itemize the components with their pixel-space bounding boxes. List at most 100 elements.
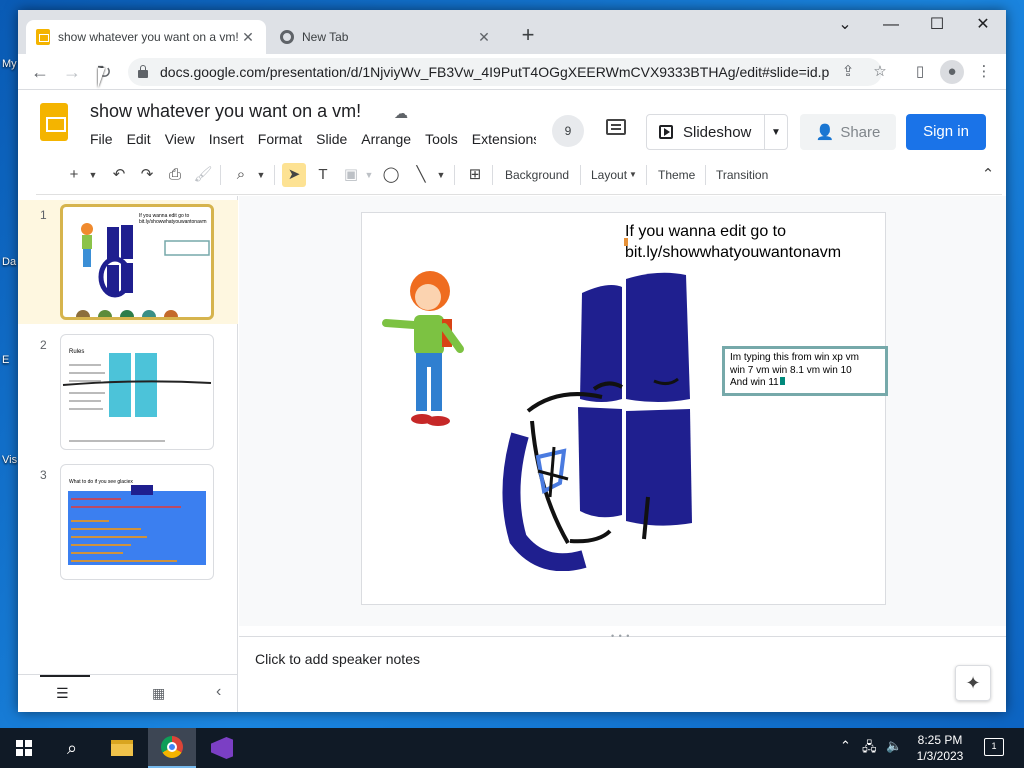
menu-arrange[interactable]: Arrange [361,129,418,149]
share-button[interactable]: 👤 Share [800,114,896,150]
desktop-icon-label[interactable]: My [2,58,17,70]
kebab-menu-icon[interactable]: ⋮ [972,60,996,84]
collapse-filmstrip-chevron-icon[interactable]: ‹ [216,683,221,701]
divider [646,165,647,185]
chrome-taskbar-icon[interactable] [148,728,196,768]
slide-thumbnail-1[interactable]: If you wanna edit go to bit.ly/showwhaty… [60,204,214,320]
menu-insert[interactable]: Insert [209,129,251,149]
explore-sparkle-icon[interactable]: ✦ [955,665,991,701]
share-page-icon[interactable]: ⇪ [836,60,860,84]
print-icon[interactable]: ⎙ [164,163,186,187]
resize-handle-icon[interactable]: • • • [611,631,630,641]
cloud-saved-icon[interactable]: ☁ [394,105,408,122]
start-button[interactable] [0,728,48,768]
select-cursor-icon[interactable]: ➤ [282,163,306,187]
browser-toolbar: ← → ↻ docs.google.com/presentation/d/1Nj… [18,54,1006,90]
bookmark-star-icon[interactable]: ☆ [868,60,892,84]
close-icon[interactable]: ✕ [476,29,492,46]
image-icon[interactable]: ▣ [340,163,362,187]
menu-format[interactable]: Format [258,129,309,149]
sign-in-button[interactable]: Sign in [906,114,986,150]
slide-thumb-row[interactable]: 2 Rules [18,330,238,454]
chevron-down-icon[interactable]: ▼ [765,127,787,138]
chevron-down-icon[interactable]: ▼ [362,163,376,187]
tab-slides[interactable]: show whatever you want on a vm! ✕ [26,20,266,54]
menu-edit[interactable]: Edit [127,129,158,149]
slide-thumb-row[interactable]: 1 If you wanna edit go to bit.ly/showwha… [18,200,238,324]
menu-tools[interactable]: Tools [425,129,465,149]
file-explorer-icon[interactable] [98,728,146,768]
forward-arrow-icon[interactable]: → [60,60,84,84]
text-box-icon[interactable]: T [312,163,334,187]
desktop-icon-label[interactable]: E [2,354,9,366]
windows-logo-icon [16,740,32,756]
url-text: docs.google.com/presentation/d/1NjviyWv_… [160,64,830,80]
transition-button[interactable]: Transition [716,163,768,187]
person-icon: 👤 [815,124,835,141]
desktop-icon-label[interactable]: Da [2,256,16,268]
doc-title[interactable]: show whatever you want on a vm! [90,101,361,122]
background-button[interactable]: Background [505,163,569,187]
volume-icon[interactable]: 🔈 [886,738,902,754]
grid-view-icon[interactable]: ▦ [152,685,165,702]
system-clock[interactable]: 8:25 PM 1/3/2023 [908,732,972,764]
browser-window: show whatever you want on a vm! ✕ New Ta… [18,10,1006,712]
shape-icon[interactable]: ◯ [380,163,402,187]
menu-bar: File Edit View Insert Format Slide Arran… [90,129,536,149]
hand-drawn-windows-logo[interactable] [498,271,698,571]
redo-icon[interactable]: ↷ [136,163,158,187]
slide-thumb-row[interactable]: 3 What to do if you see glaciex [18,460,238,584]
new-slide-plus-icon[interactable]: + [64,163,84,187]
menu-slide[interactable]: Slide [316,129,354,149]
line-icon[interactable]: ╲ [410,163,432,187]
filmstrip-view-icon[interactable]: ☰ [56,685,69,702]
chevron-down-icon[interactable]: ▼ [254,163,268,187]
slide-thumbnail-2[interactable]: Rules [60,334,214,450]
paint-format-icon[interactable]: 🖌 [192,163,214,187]
minimize-icon[interactable]: — [868,10,914,42]
address-bar[interactable]: docs.google.com/presentation/d/1NjviyWv_… [128,58,882,86]
menu-file[interactable]: File [90,129,120,149]
chevron-down-icon[interactable]: ▼ [434,163,448,187]
cartoon-boy-image[interactable] [380,265,470,433]
chevron-down-icon[interactable]: ▼ [628,163,638,187]
profile-avatar-icon[interactable]: ● [940,60,964,84]
undo-icon[interactable]: ↶ [108,163,130,187]
clock-time: 8:25 PM [917,733,963,747]
collapse-toolbar-chevron-icon[interactable]: ⌃ [978,163,998,187]
slide-number: 3 [40,468,47,482]
slideshow-button[interactable]: Slideshow ▼ [646,114,788,150]
menu-extensions[interactable]: Extensions [472,129,536,149]
slide-canvas[interactable]: If you wanna edit go to bit.ly/showwhaty… [361,212,888,605]
close-icon[interactable]: ✕ [240,29,256,46]
slide-title[interactable]: If you wanna edit go to bit.ly/showwhaty… [625,221,841,263]
new-tab-plus-icon[interactable]: + [514,24,542,46]
text-box[interactable]: Im typing this from win xp vm win 7 vm w… [722,346,888,396]
notification-center-icon[interactable]: 1 [984,738,1004,756]
tab-search-chevron-icon[interactable]: ⌄ [822,10,868,42]
speaker-notes-placeholder[interactable]: Click to add speaker notes [255,651,420,667]
network-icon[interactable]: 🖧 [862,738,877,760]
back-arrow-icon[interactable]: ← [28,60,52,84]
layout-button[interactable]: Layout [591,163,627,187]
comment-history-icon[interactable] [606,119,626,135]
window-close-icon[interactable]: ✕ [960,10,1006,42]
anonymous-users-badge[interactable]: 9 [552,115,584,147]
show-hidden-icons-chevron-icon[interactable]: ⌃ [840,738,851,754]
chevron-down-icon[interactable]: ▼ [86,163,100,187]
maximize-icon[interactable]: ☐ [914,10,960,42]
slide-thumbnail-3[interactable]: What to do if you see glaciex [60,464,214,580]
visual-studio-icon[interactable] [198,728,246,768]
thumbnail-3-graphic: What to do if you see glaciex [68,479,206,565]
slides-logo-icon[interactable] [40,103,68,141]
zoom-icon[interactable]: ⌕ [230,163,252,187]
tab-new-tab[interactable]: New Tab ✕ [270,20,502,54]
theme-button[interactable]: Theme [658,163,695,187]
app-header: show whatever you want on a vm! ☁ File E… [18,91,1006,155]
menu-view[interactable]: View [165,129,202,149]
search-icon[interactable]: ⌕ [48,728,96,768]
speaker-notes[interactable]: • • • Click to add speaker notes ✦ [239,631,1006,712]
add-comment-icon[interactable]: ⊞ [464,163,486,187]
desktop-icon-label[interactable]: Vis [2,454,17,466]
side-panel-icon[interactable]: ▯ [908,60,932,84]
